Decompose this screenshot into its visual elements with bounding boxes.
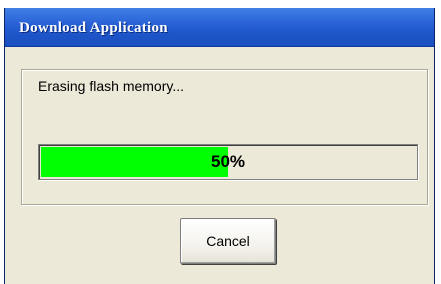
progress-label-container: 50% <box>39 145 417 179</box>
progress-bar: 50% <box>38 144 418 180</box>
status-text: Erasing flash memory... <box>38 78 185 94</box>
title-bar[interactable]: Download Application <box>5 8 434 47</box>
window-title: Download Application <box>19 20 168 36</box>
progress-label: 50% <box>210 152 246 171</box>
cancel-button[interactable]: Cancel <box>180 218 276 264</box>
